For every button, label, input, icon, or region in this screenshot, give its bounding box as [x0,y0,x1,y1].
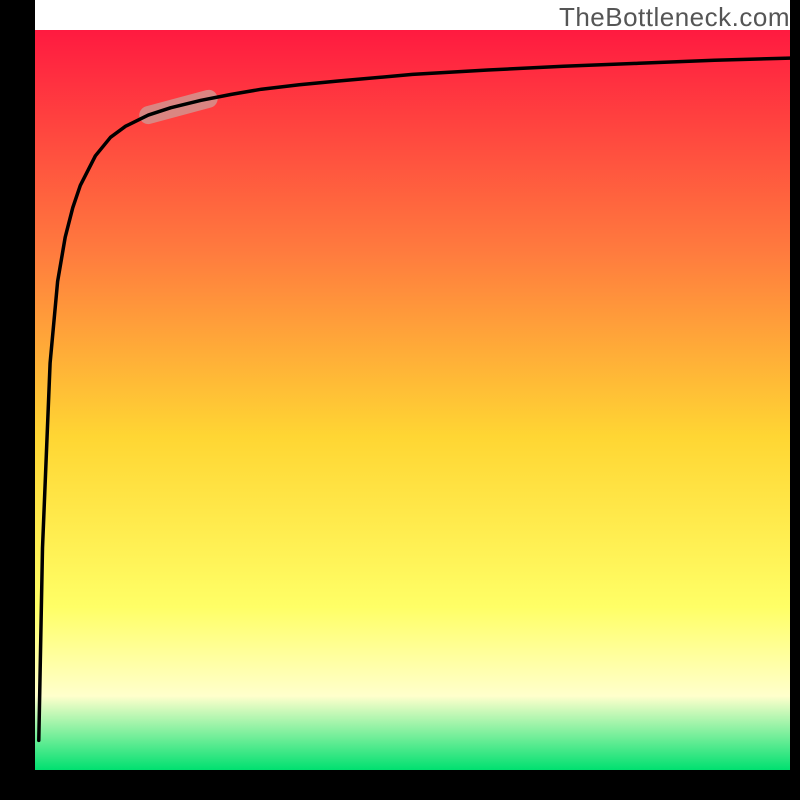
frame-left [0,0,35,800]
frame-bottom [0,770,800,800]
frame-right [790,0,800,800]
gradient-background [35,30,790,770]
chart-container: { "attribution": "TheBottleneck.com", "c… [0,0,800,800]
attribution-text: TheBottleneck.com [559,2,790,33]
chart-svg [0,0,800,800]
